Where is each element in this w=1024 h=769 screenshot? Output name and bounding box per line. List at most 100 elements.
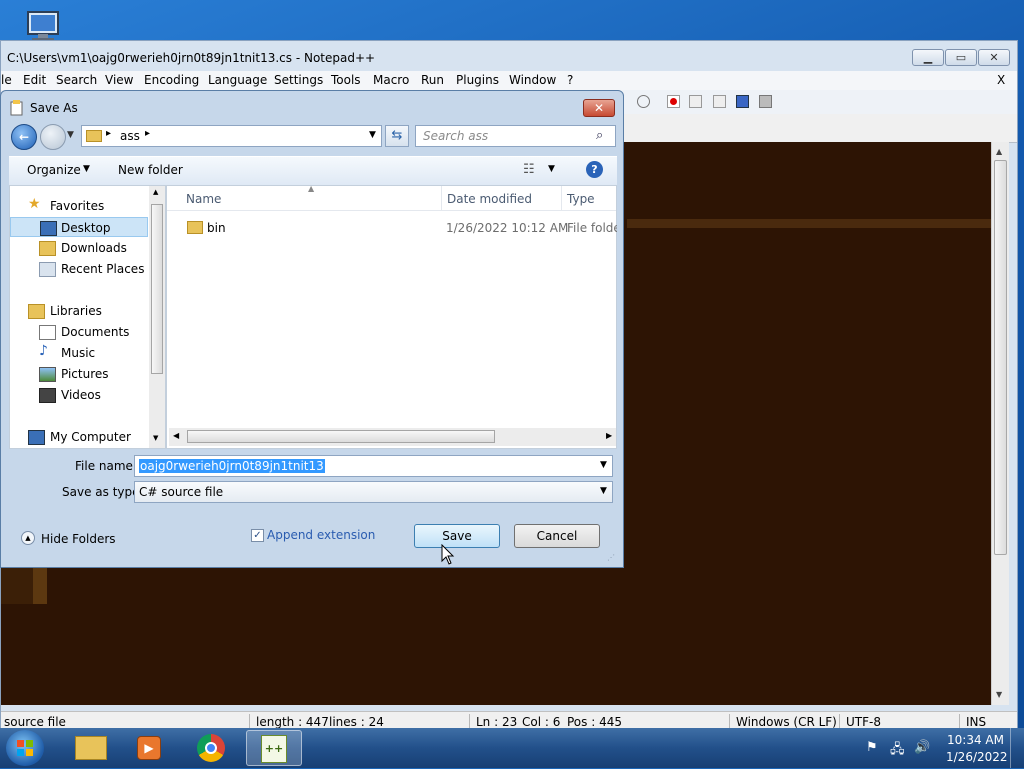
save-as-type-value: C# source file bbox=[139, 485, 224, 499]
file-name-dropdown-icon[interactable]: ▼ bbox=[600, 460, 607, 470]
scroll-thumb[interactable] bbox=[151, 204, 163, 374]
start-button[interactable] bbox=[6, 730, 44, 766]
status-eol: Windows (CR LF) bbox=[736, 715, 837, 729]
breadcrumb-chevron-icon[interactable]: ▸ bbox=[106, 128, 111, 139]
pictures-icon bbox=[39, 367, 56, 382]
organize-button[interactable]: Organize bbox=[27, 163, 81, 177]
save-macro-icon[interactable] bbox=[759, 95, 772, 108]
record-macro-icon[interactable] bbox=[667, 95, 680, 108]
close-button[interactable]: ✕ bbox=[978, 49, 1010, 66]
minimize-button[interactable]: ▁ bbox=[912, 49, 944, 66]
menu-edit[interactable]: Edit bbox=[23, 73, 46, 87]
status-insert-mode: INS bbox=[966, 715, 987, 729]
refresh-icon[interactable]: ⇆ bbox=[385, 125, 409, 147]
breadcrumb-chevron-icon[interactable]: ▸ bbox=[145, 128, 150, 139]
scroll-right-icon[interactable]: ▶ bbox=[606, 431, 612, 440]
new-folder-button[interactable]: New folder bbox=[118, 163, 183, 177]
scroll-up-icon[interactable]: ▲ bbox=[153, 188, 158, 196]
menu-macro[interactable]: Macro bbox=[373, 73, 409, 87]
column-name[interactable]: Name bbox=[186, 192, 221, 206]
view-dropdown-icon[interactable]: ▼ bbox=[548, 164, 555, 174]
file-list: ▲ Name Date modified Type bin 1/26/2022 … bbox=[166, 184, 617, 449]
recent-locations-chevron-icon[interactable]: ▼ bbox=[67, 130, 74, 140]
action-center-icon[interactable]: ⚑ bbox=[866, 740, 878, 755]
menu-search[interactable]: Search bbox=[56, 73, 97, 87]
volume-icon[interactable]: 🔊 bbox=[914, 740, 930, 755]
network-icon[interactable]: 🖧 bbox=[890, 740, 905, 762]
clock-time[interactable]: 10:34 AM bbox=[947, 733, 1004, 747]
dialog-close-button[interactable]: ✕ bbox=[583, 99, 615, 117]
resize-grip-icon[interactable]: ⋰ bbox=[607, 553, 615, 562]
menu-bar: le Edit Search View Encoding Language Se… bbox=[1, 71, 1017, 90]
computer-icon bbox=[28, 430, 45, 445]
breadcrumb-item[interactable]: ass bbox=[120, 129, 140, 143]
scroll-up-icon[interactable]: ▲ bbox=[996, 147, 1002, 156]
play-macro-icon[interactable] bbox=[713, 95, 726, 108]
back-button[interactable]: ← bbox=[11, 124, 37, 150]
menu-language[interactable]: Language bbox=[208, 73, 267, 87]
file-row[interactable]: bin 1/26/2022 10:12 AM File folder bbox=[167, 218, 617, 238]
file-type: File folder bbox=[567, 221, 617, 235]
organize-dropdown-icon[interactable]: ▼ bbox=[83, 164, 90, 174]
show-desktop-button[interactable] bbox=[1010, 728, 1024, 768]
horizontal-scrollbar[interactable]: ◀ ▶ bbox=[169, 428, 616, 446]
save-button[interactable]: Save bbox=[414, 524, 500, 548]
status-encoding: UTF-8 bbox=[846, 715, 881, 729]
menu-view[interactable]: View bbox=[105, 73, 133, 87]
column-headers: ▲ Name Date modified Type bbox=[167, 184, 616, 211]
navigation-scrollbar[interactable]: ▲ ▼ bbox=[149, 186, 165, 448]
hide-folders-icon[interactable]: ▲ bbox=[21, 531, 35, 545]
run-macro-multiple-icon[interactable] bbox=[736, 95, 749, 108]
star-icon: ★ bbox=[28, 196, 41, 212]
window-title: C:\Users\vm1\oajg0rwerieh0jrn0t89jn1tnit… bbox=[7, 51, 376, 65]
computer-desktop-icon[interactable] bbox=[14, 8, 60, 44]
status-line: Ln : 23 bbox=[476, 715, 518, 729]
folder-icon bbox=[86, 130, 102, 142]
scroll-thumb[interactable] bbox=[187, 430, 495, 443]
save-as-type-select[interactable]: C# source file ▼ bbox=[134, 481, 613, 503]
search-icon[interactable]: ⌕ bbox=[596, 128, 603, 143]
status-length: length : 447 bbox=[256, 715, 329, 729]
column-date-modified[interactable]: Date modified bbox=[447, 192, 532, 206]
menu-file[interactable]: le bbox=[1, 73, 12, 87]
scroll-thumb[interactable] bbox=[994, 160, 1007, 555]
save-type-dropdown-icon[interactable]: ▼ bbox=[600, 486, 607, 496]
menu-window[interactable]: Window bbox=[509, 73, 556, 87]
menu-help[interactable]: ? bbox=[567, 73, 573, 87]
status-position: Pos : 445 bbox=[567, 715, 622, 729]
videos-icon bbox=[39, 388, 56, 403]
menu-settings[interactable]: Settings bbox=[274, 73, 323, 87]
close-document-button[interactable]: X bbox=[997, 73, 1005, 87]
scroll-down-icon[interactable]: ▼ bbox=[996, 690, 1002, 699]
explorer-taskbar-button[interactable] bbox=[64, 730, 120, 766]
menu-plugins[interactable]: Plugins bbox=[456, 73, 499, 87]
address-dropdown-icon[interactable]: ▼ bbox=[369, 130, 376, 140]
chrome-taskbar-button[interactable] bbox=[184, 730, 240, 766]
address-bar[interactable]: ▸ ass ▸ ▼ bbox=[81, 125, 382, 147]
status-column: Col : 6 bbox=[522, 715, 561, 729]
media-player-taskbar-button[interactable]: ▶ bbox=[122, 730, 178, 766]
column-type[interactable]: Type bbox=[567, 192, 595, 206]
stop-macro-icon[interactable] bbox=[689, 95, 702, 108]
clock-date[interactable]: 1/26/2022 bbox=[946, 750, 1008, 764]
forward-button[interactable] bbox=[40, 124, 66, 150]
append-extension-checkbox[interactable]: ✓ bbox=[251, 529, 264, 542]
cancel-button[interactable]: Cancel bbox=[514, 524, 600, 548]
maximize-button[interactable]: ▭ bbox=[945, 49, 977, 66]
help-icon[interactable]: ? bbox=[586, 161, 603, 178]
eye-icon[interactable] bbox=[637, 95, 650, 108]
hide-folders-button[interactable]: Hide Folders bbox=[41, 532, 116, 546]
append-extension-label[interactable]: Append extension bbox=[267, 528, 375, 542]
notepadpp-taskbar-button[interactable]: ++ bbox=[246, 730, 302, 766]
file-name-selected-text: oajg0rwerieh0jrn0t89jn1tnit13 bbox=[139, 459, 325, 473]
menu-tools[interactable]: Tools bbox=[331, 73, 361, 87]
scroll-left-icon[interactable]: ◀ bbox=[173, 431, 179, 440]
menu-run[interactable]: Run bbox=[421, 73, 444, 87]
vertical-scrollbar[interactable]: ▲ ▼ bbox=[991, 142, 1009, 705]
file-name-input[interactable]: oajg0rwerieh0jrn0t89jn1tnit13 ▼ bbox=[134, 455, 613, 477]
nav-item-desktop[interactable]: Desktop bbox=[10, 217, 148, 237]
search-box[interactable]: Search ass ⌕ bbox=[415, 125, 616, 147]
view-options-icon[interactable]: ☷ bbox=[523, 162, 535, 177]
scroll-down-icon[interactable]: ▼ bbox=[153, 434, 158, 442]
menu-encoding[interactable]: Encoding bbox=[144, 73, 199, 87]
